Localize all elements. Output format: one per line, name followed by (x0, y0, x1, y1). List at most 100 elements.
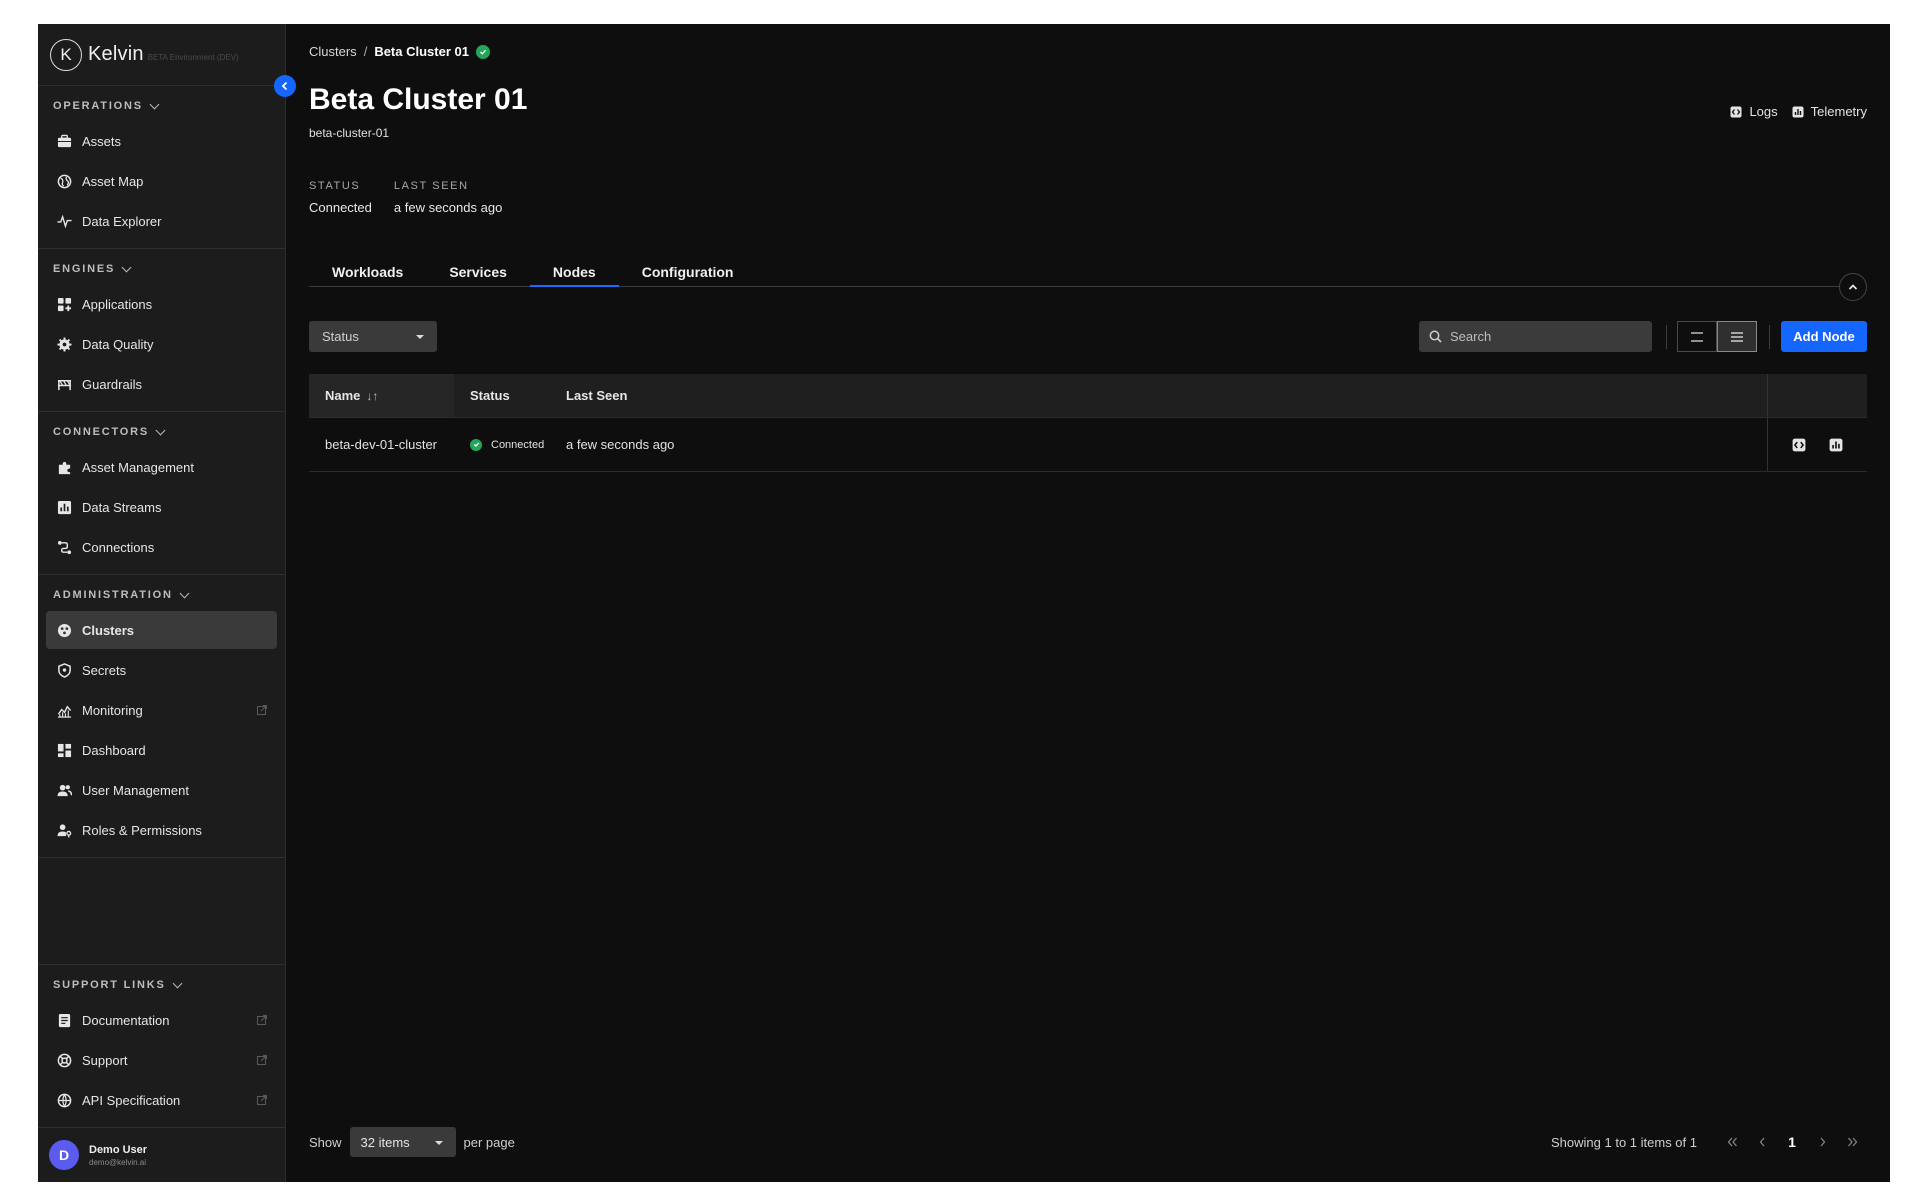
sidebar-item-secrets[interactable]: Secrets (46, 651, 277, 689)
sidebar-item-guardrails[interactable]: Guardrails (46, 365, 277, 403)
sidebar-item-data-streams[interactable]: Data Streams (46, 488, 277, 526)
gear-badge-icon (56, 336, 72, 352)
sidebar-item-clusters[interactable]: Clusters (46, 611, 277, 649)
per-page-dropdown[interactable]: 32 items (349, 1127, 456, 1157)
section-header[interactable]: OPERATIONS (46, 92, 277, 120)
logs-icon[interactable] (1792, 438, 1806, 452)
sidebar-item-label: API Specification (82, 1092, 181, 1108)
cluster-meta: STATUS Connected LAST SEEN a few seconds… (309, 180, 524, 215)
external-link-icon (257, 1015, 267, 1025)
search-icon (1429, 330, 1442, 343)
compact-view-button[interactable] (1677, 321, 1717, 352)
sidebar-item-connections[interactable]: Connections (46, 528, 277, 566)
section-header[interactable]: CONNECTORS (46, 418, 277, 446)
table-row[interactable]: beta-dev-01-cluster Connected a few seco… (309, 418, 1867, 472)
search-input[interactable]: Search (1419, 321, 1652, 352)
pagination: Showing 1 to 1 items of 1 1 (1551, 1127, 1867, 1157)
section-header[interactable]: SUPPORT LINKS (46, 971, 277, 999)
user-key-icon (56, 822, 72, 838)
list-view-button[interactable] (1717, 321, 1757, 352)
double-chevron-right-icon (1847, 1137, 1857, 1147)
sidebar-item-api-specification[interactable]: API Specification (46, 1081, 277, 1119)
view-toggle (1677, 321, 1757, 352)
sidebar-item-asset-management[interactable]: Asset Management (46, 448, 277, 486)
sidebar-item-label: Assets (82, 133, 122, 149)
sidebar-item-support[interactable]: Support (46, 1041, 277, 1079)
sidebar-item-label: Data Explorer (82, 213, 162, 229)
breadcrumb-clusters-link[interactable]: Clusters (309, 44, 357, 59)
tab-nodes[interactable]: Nodes (529, 261, 619, 287)
environment-label: BETA Environment (DEV) (147, 53, 239, 62)
compact-list-icon (1691, 331, 1703, 342)
top-links: Logs Telemetry (1716, 104, 1867, 119)
column-header-last-seen[interactable]: Last Seen (566, 374, 1767, 417)
chevron-down-icon (179, 588, 190, 598)
column-header-status[interactable]: Status (454, 374, 566, 417)
tab-workloads[interactable]: Workloads (309, 261, 426, 287)
users-icon (56, 782, 72, 798)
telemetry-label: Telemetry (1810, 104, 1867, 119)
sidebar-item-data-quality[interactable]: Data Quality (46, 325, 277, 363)
per-page-value: 32 items (360, 1134, 410, 1150)
app-window: K Kelvin BETA Environment (DEV) OPERATIO… (38, 24, 1890, 1182)
telemetry-icon[interactable] (1829, 438, 1843, 452)
kelvin-logo-icon: K (50, 38, 82, 71)
chevron-down-icon (149, 99, 160, 109)
sort-icon: ↓↑ (366, 388, 379, 403)
api-icon (56, 1092, 72, 1108)
add-node-button[interactable]: Add Node (1781, 321, 1867, 352)
next-page-button[interactable] (1807, 1127, 1837, 1157)
user-profile[interactable]: D Demo User demo@kelvin.ai (38, 1128, 285, 1182)
first-page-button[interactable] (1717, 1127, 1747, 1157)
sidebar-item-label: Data Streams (82, 499, 162, 515)
connected-status-icon (470, 438, 482, 451)
breadcrumb: Clusters / Beta Cluster 01 (309, 44, 490, 59)
connection-icon (56, 539, 72, 555)
sidebar-item-assets[interactable]: Assets (46, 122, 277, 160)
column-header-name[interactable]: Name ↓↑ (309, 374, 454, 417)
sidebar-item-asset-map[interactable]: Asset Map (46, 162, 277, 200)
logs-label: Logs (1749, 104, 1778, 119)
section-header[interactable]: ADMINISTRATION (46, 581, 277, 609)
page-number[interactable]: 1 (1777, 1127, 1807, 1157)
sidebar-item-label: Asset Map (82, 173, 144, 189)
sidebar-item-user-management[interactable]: User Management (46, 771, 277, 809)
sidebar-item-documentation[interactable]: Documentation (46, 1001, 277, 1039)
sidebar-item-label: Data Quality (82, 336, 154, 352)
table-footer: Show 32 items per page Showing 1 to 1 it… (309, 1127, 1867, 1157)
sidebar-item-roles-and-permissions[interactable]: Roles & Permissions (46, 811, 277, 849)
prev-page-button[interactable] (1747, 1127, 1777, 1157)
status-label: STATUS (309, 180, 361, 192)
breadcrumb-separator: / (363, 44, 368, 59)
sidebar-item-dashboard[interactable]: Dashboard (46, 731, 277, 769)
sidebar-item-monitoring[interactable]: Monitoring (46, 691, 277, 729)
tab-services[interactable]: Services (426, 261, 530, 287)
guardrail-icon (56, 376, 72, 392)
logs-link[interactable]: Logs (1730, 104, 1778, 119)
sidebar-item-label: Connections (82, 539, 155, 555)
telemetry-icon (1792, 106, 1804, 117)
collapse-header-button[interactable] (1839, 273, 1867, 301)
sidebar-item-label: User Management (82, 782, 189, 798)
external-link-icon (257, 1055, 267, 1065)
chevron-down-icon (121, 262, 132, 272)
globe-icon (56, 173, 72, 189)
sidebar-item-label: Support (82, 1052, 128, 1068)
section-header[interactable]: ENGINES (46, 255, 277, 283)
brand[interactable]: K Kelvin BETA Environment (DEV) (38, 24, 285, 86)
per-page-label: per page (463, 1134, 515, 1150)
sidebar-item-label: Guardrails (82, 376, 142, 392)
sidebar-item-data-explorer[interactable]: Data Explorer (46, 202, 277, 240)
telemetry-link[interactable]: Telemetry (1792, 104, 1867, 119)
puzzle-icon (56, 459, 72, 475)
tab-configuration[interactable]: Configuration (619, 261, 757, 287)
logs-icon (1730, 106, 1742, 117)
show-label: Show (309, 1134, 342, 1150)
nav-section-support-links: SUPPORT LINKS Documentation Support API Spe… (38, 965, 285, 1128)
status-filter-dropdown[interactable]: Status (309, 321, 437, 352)
last-page-button[interactable] (1837, 1127, 1867, 1157)
sidebar-item-applications[interactable]: Applications (46, 285, 277, 323)
chevron-right-icon (1820, 1137, 1825, 1147)
nav-section-engines: ENGINES Applications Data Quality Guardrail… (38, 249, 285, 412)
collapse-sidebar-button[interactable] (274, 75, 296, 97)
